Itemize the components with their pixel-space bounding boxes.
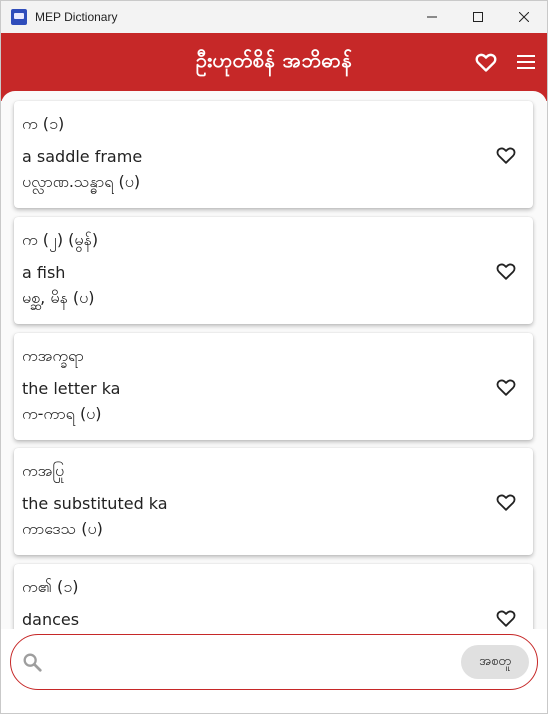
entry-definition: a saddle frame [22,147,143,166]
entry-definition: a fish [22,263,66,282]
entry-pali: ပလ္လာဏ.သန္ဓာရ (ပ) [22,172,141,191]
minimize-button[interactable] [409,1,455,33]
app-window: MEP Dictionary ဦးဟုတ်စိန် အဘိဓာန် က (၁) … [0,0,548,714]
entry-list-inner: က (၁) a saddle frame ပလ္လာဏ.သန္ဓာရ (ပ) က… [1,91,547,629]
search-input[interactable] [53,647,457,679]
entry-list[interactable]: က (၁) a saddle frame ပလ္လာဏ.သန္ဓာရ (ပ) က… [1,91,547,629]
entry-pali: မစ္ဆ, မိန (ပ) [22,288,95,307]
favorite-heart-icon[interactable] [495,491,517,513]
entry-card[interactable]: ကအပြု the substituted ka ကာဒေသ (ပ) [14,448,533,555]
entry-word: ကအက္ခရာ [22,346,84,365]
favorites-heart-icon[interactable] [474,50,498,74]
entry-definition: the letter ka [22,379,121,398]
search-bar-area: အစတူ [1,629,547,713]
starts-with-search-button[interactable]: အစတူ [461,645,529,679]
app-icon [11,9,27,25]
favorite-heart-icon[interactable] [495,260,517,282]
entry-definition: the substituted ka [22,494,168,513]
entry-pali: ကာဒေသ (ပ) [22,519,103,538]
close-icon [519,12,529,22]
close-button[interactable] [501,1,547,33]
entry-pali: က-ကာရ (ပ) [22,404,102,423]
search-box[interactable]: အစတူ [10,634,538,690]
title-bar: MEP Dictionary [1,1,547,33]
entry-card[interactable]: က (၁) a saddle frame ပလ္လာဏ.သန္ဓာရ (ပ) [14,101,533,208]
entry-word: က (၂) (မွန်) [22,230,99,249]
favorite-heart-icon[interactable] [495,144,517,166]
window-title: MEP Dictionary [35,10,118,24]
maximize-button[interactable] [455,1,501,33]
entry-word: က (၁) [22,114,65,133]
entry-card[interactable]: က (၂) (မွန်) a fish မစ္ဆ, မိန (ပ) [14,217,533,324]
entry-word: က၏ (၁) [22,577,79,596]
maximize-icon [473,12,483,22]
entry-word: ကအပြု [22,461,65,480]
search-icon [23,653,42,672]
entry-card[interactable]: ကအက္ခရာ the letter ka က-ကာရ (ပ) [14,333,533,440]
window-controls [409,1,547,33]
entry-definition: dances [22,610,80,629]
entry-card[interactable]: က၏ (၁) dances [14,564,533,629]
hamburger-menu-icon[interactable] [515,52,537,72]
favorite-heart-icon[interactable] [495,376,517,398]
favorite-heart-icon[interactable] [495,607,517,629]
page-title: ဦးဟုတ်စိန် အဘိဓာန် [195,48,353,72]
minimize-icon [427,16,437,18]
app-header: ဦးဟုတ်စိန် အဘိဓာန် [1,33,547,91]
